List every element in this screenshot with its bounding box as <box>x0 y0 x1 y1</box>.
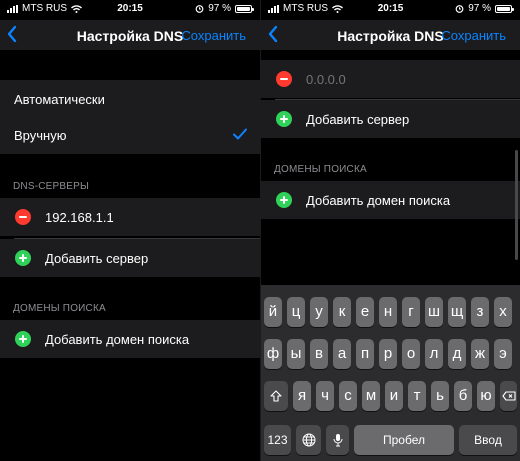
option-manual[interactable]: Вручную <box>0 116 260 154</box>
shift-key[interactable] <box>264 381 288 411</box>
key[interactable]: м <box>362 381 380 411</box>
key[interactable]: з <box>471 297 489 327</box>
add-server-row[interactable]: Добавить сервер <box>261 100 520 138</box>
key[interactable]: ч <box>316 381 334 411</box>
battery-icon <box>235 4 254 13</box>
key[interactable]: ф <box>264 339 282 369</box>
dns-server-row[interactable]: 192.168.1.1 <box>0 198 260 236</box>
numbers-key[interactable]: 123 <box>264 425 291 455</box>
navigation-bar: Настройка DNS Сохранить <box>261 20 520 50</box>
battery-percent: 97 % <box>468 3 491 14</box>
backspace-icon <box>501 391 516 401</box>
key[interactable]: и <box>385 381 403 411</box>
new-server-row[interactable] <box>261 60 520 98</box>
key[interactable]: д <box>448 339 466 369</box>
key[interactable]: е <box>356 297 374 327</box>
save-button[interactable]: Сохранить <box>441 28 506 43</box>
key[interactable]: л <box>425 339 443 369</box>
add-icon[interactable] <box>15 331 31 347</box>
keyboard-row-3: я ч с м и т ь б ю <box>261 381 520 411</box>
key[interactable]: к <box>333 297 351 327</box>
battery-icon <box>495 4 514 13</box>
key[interactable]: х <box>494 297 512 327</box>
key[interactable]: ю <box>477 381 495 411</box>
status-bar: MTS RUS 20:15 97 % <box>261 0 520 20</box>
key[interactable]: р <box>379 339 397 369</box>
keyboard-row-2: ф ы в а п р о л д ж э <box>261 339 520 369</box>
delete-icon[interactable] <box>276 71 292 87</box>
right-screen: MTS RUS 20:15 97 % Настройка DNS Сохрани… <box>260 0 520 461</box>
key[interactable]: ш <box>425 297 443 327</box>
add-icon[interactable] <box>276 111 292 127</box>
key[interactable]: а <box>333 339 351 369</box>
backspace-key[interactable] <box>500 381 517 411</box>
add-domain-row[interactable]: Добавить домен поиска <box>0 320 260 358</box>
key[interactable]: щ <box>448 297 466 327</box>
dns-servers-header: DNS-СЕРВЕРЫ <box>13 181 90 192</box>
shift-icon <box>270 390 282 402</box>
key[interactable]: о <box>402 339 420 369</box>
dns-server-address: 192.168.1.1 <box>45 209 114 225</box>
option-label: Автоматически <box>14 91 105 107</box>
battery-percent: 97 % <box>208 3 231 14</box>
key[interactable]: в <box>310 339 328 369</box>
key[interactable]: с <box>339 381 357 411</box>
globe-key[interactable] <box>296 425 321 455</box>
alarm-icon <box>455 5 464 13</box>
add-domain-label: Добавить домен поиска <box>306 192 451 208</box>
search-domains-header: ДОМЕНЫ ПОИСКА <box>274 164 367 175</box>
status-bar: MTS RUS 20:15 97 % <box>0 0 260 20</box>
keyboard-row-4: 123 Пробел Ввод <box>261 425 520 455</box>
search-domains-header: ДОМЕНЫ ПОИСКА <box>13 303 106 314</box>
key[interactable]: н <box>379 297 397 327</box>
key[interactable]: ц <box>287 297 305 327</box>
add-server-label: Добавить сервер <box>306 111 410 127</box>
keyboard: й ц у к е н г ш щ з х ф ы в а п р о л д … <box>261 285 520 461</box>
key[interactable]: я <box>293 381 311 411</box>
key[interactable]: г <box>402 297 420 327</box>
save-button[interactable]: Сохранить <box>181 28 246 43</box>
key[interactable]: э <box>494 339 512 369</box>
key[interactable]: ж <box>471 339 489 369</box>
key[interactable]: у <box>310 297 328 327</box>
key[interactable]: ы <box>287 339 305 369</box>
checkmark-icon <box>233 128 247 140</box>
add-server-label: Добавить сервер <box>45 250 149 266</box>
add-server-row[interactable]: Добавить сервер <box>0 239 260 277</box>
add-icon[interactable] <box>15 250 31 266</box>
add-domain-row[interactable]: Добавить домен поиска <box>261 181 520 219</box>
space-key[interactable]: Пробел <box>354 425 454 455</box>
scroll-indicator <box>515 150 518 260</box>
return-key[interactable]: Ввод <box>459 425 517 455</box>
add-icon[interactable] <box>276 192 292 208</box>
dictation-key[interactable] <box>326 425 349 455</box>
add-domain-label: Добавить домен поиска <box>45 331 190 347</box>
server-address-input[interactable] <box>306 71 486 87</box>
keyboard-row-1: й ц у к е н г ш щ з х <box>261 297 520 327</box>
left-screen: MTS RUS 20:15 97 % Настройка DNS Сохрани… <box>0 0 260 461</box>
key[interactable]: п <box>356 339 374 369</box>
key[interactable]: й <box>264 297 282 327</box>
delete-icon[interactable] <box>15 209 31 225</box>
microphone-icon <box>333 434 342 447</box>
key[interactable]: б <box>454 381 472 411</box>
option-automatic[interactable]: Автоматически <box>0 80 260 118</box>
key[interactable]: ь <box>431 381 449 411</box>
key[interactable]: т <box>408 381 426 411</box>
navigation-bar: Настройка DNS Сохранить <box>0 20 260 50</box>
option-label: Вручную <box>14 127 67 143</box>
alarm-icon <box>195 5 204 13</box>
globe-icon <box>302 433 315 447</box>
